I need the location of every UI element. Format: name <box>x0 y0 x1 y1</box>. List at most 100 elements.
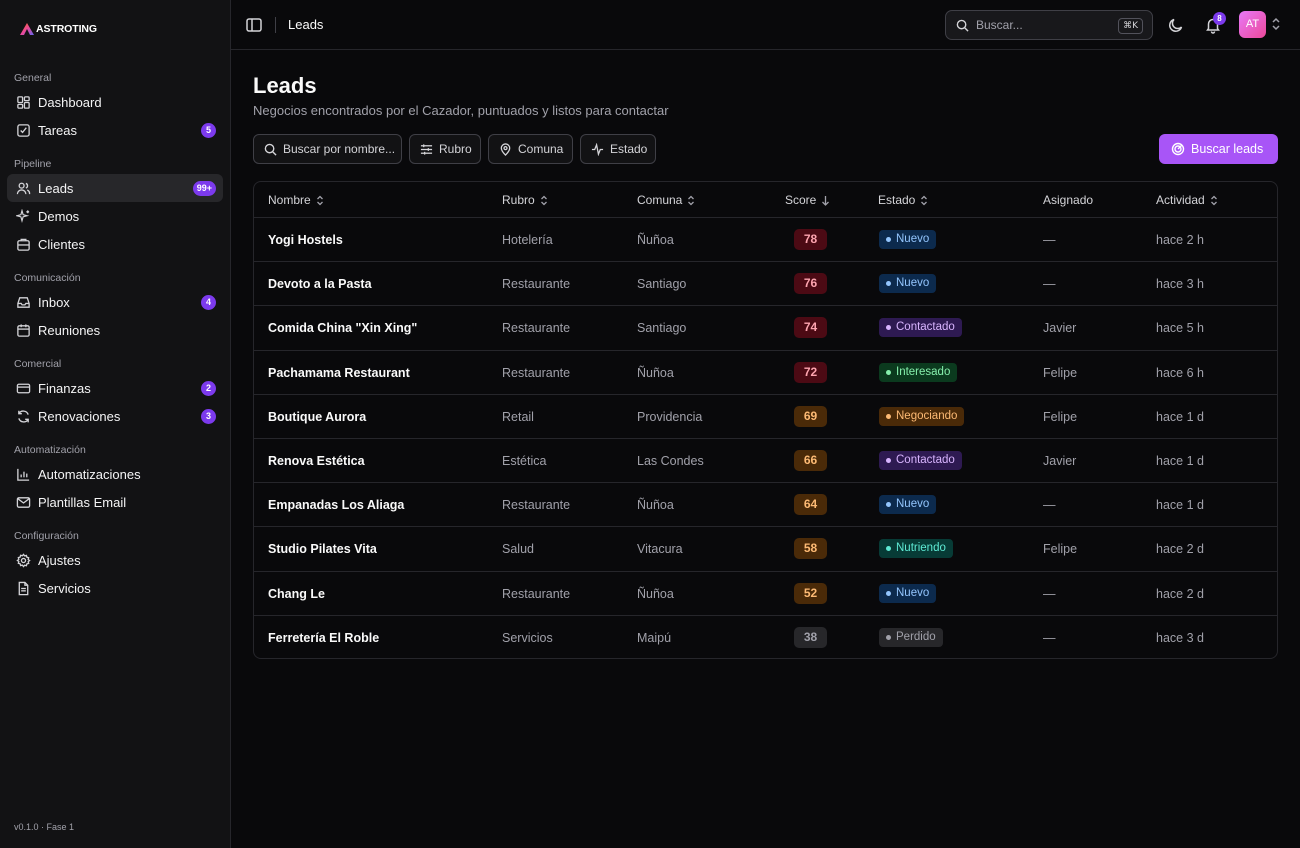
lead-rubro: Retail <box>502 409 534 424</box>
status-badge[interactable]: Perdido <box>879 627 943 647</box>
lead-rubro: Restaurante <box>502 498 571 513</box>
section-label-comercial: Comercial <box>14 358 62 370</box>
sidebar-item-label: Reuniones <box>38 322 101 338</box>
column-header-label: Nombre <box>268 193 311 207</box>
status-badge[interactable]: Nuevo <box>879 495 937 515</box>
sidebar-item-tareas[interactable]: Tareas 5 <box>7 116 223 144</box>
lead-name[interactable]: Comida China "Xin Xing" <box>268 321 417 335</box>
lead-rubro: Servicios <box>502 630 553 645</box>
lead-comuna: Las Condes <box>637 453 704 468</box>
sort-icon[interactable] <box>540 195 548 206</box>
column-header-nombre[interactable]: Nombre <box>268 193 324 207</box>
buscar-leads-button[interactable]: Buscar leads <box>1159 134 1278 164</box>
column-header-rubro[interactable]: Rubro <box>502 193 548 207</box>
sidebar-toggle-icon[interactable] <box>245 16 263 34</box>
lead-actividad: hace 1 d <box>1156 453 1204 468</box>
table-row[interactable]: Ferretería El Roble Servicios Maipú 38 P… <box>254 616 1277 658</box>
lead-score-badge: 69 <box>794 405 827 427</box>
sort-icon[interactable] <box>687 195 695 206</box>
search-icon <box>264 143 277 156</box>
sidebar-item-demos[interactable]: Demos <box>7 202 223 230</box>
sidebar-item-inbox[interactable]: Inbox 4 <box>7 288 223 316</box>
sidebar-item-leads[interactable]: Leads 99+ <box>7 174 223 202</box>
lead-name[interactable]: Renova Estética <box>268 454 365 468</box>
leads-table: Nombre Rubro Comuna Score Estado Asignad… <box>253 181 1278 659</box>
lead-comuna: Santiago <box>637 321 687 336</box>
theme-toggle-moon-icon[interactable] <box>1167 16 1185 34</box>
lead-name[interactable]: Empanadas Los Aliaga <box>268 498 404 512</box>
sidebar-item-plantillas-email[interactable]: Plantillas Email <box>7 488 223 516</box>
sidebar-item-reuniones[interactable]: Reuniones <box>7 316 223 344</box>
global-search-input[interactable]: Buscar... ⌘K <box>945 10 1153 40</box>
lead-name[interactable]: Chang Le <box>268 587 325 601</box>
table-row[interactable]: Pachamama Restaurant Restaurante Ñuñoa 7… <box>254 351 1277 395</box>
lead-asignado: Javier <box>1043 453 1077 468</box>
status-badge[interactable]: Negociando <box>879 406 965 426</box>
sidebar-item-finanzas[interactable]: Finanzas 2 <box>7 374 223 402</box>
sidebar-item-ajustes[interactable]: Ajustes <box>7 546 223 574</box>
mail-icon <box>15 494 31 510</box>
status-badge[interactable]: Nuevo <box>879 274 937 294</box>
sidebar-item-label: Dashboard <box>38 94 102 110</box>
lead-name[interactable]: Devoto a la Pasta <box>268 277 372 291</box>
lead-search-input[interactable]: Buscar por nombre... <box>253 134 402 164</box>
status-badge[interactable]: Contactado <box>879 450 962 470</box>
table-row[interactable]: Renova Estética Estética Las Condes 66 C… <box>254 439 1277 484</box>
table-row[interactable]: Boutique Aurora Retail Providencia 69 Ne… <box>254 395 1277 439</box>
sidebar-item-clientes[interactable]: Clientes <box>7 230 223 258</box>
lead-name[interactable]: Yogi Hostels <box>268 233 343 247</box>
sidebar-item-automatizaciones[interactable]: Automatizaciones <box>7 460 223 488</box>
filter-comuna-button[interactable]: Comuna <box>488 134 573 164</box>
status-badge[interactable]: Contactado <box>879 318 962 338</box>
lead-rubro: Restaurante <box>502 586 571 601</box>
table-row[interactable]: Yogi Hostels Hotelería Ñuñoa 78 Nuevo — … <box>254 218 1277 263</box>
sort-icon[interactable] <box>1210 195 1218 206</box>
sidebar-item-servicios[interactable]: Servicios <box>7 574 223 602</box>
status-badge[interactable]: Interesado <box>879 362 958 382</box>
sort-desc-icon[interactable] <box>821 195 830 206</box>
sidebar-item-badge: 5 <box>201 123 216 138</box>
lead-score-badge: 52 <box>794 582 827 604</box>
credit-card-icon <box>15 380 31 396</box>
status-badge[interactable]: Nuevo <box>879 230 937 249</box>
lead-score-badge: 64 <box>794 494 827 516</box>
column-header-score[interactable]: Score <box>785 193 830 207</box>
filter-estado-button[interactable]: Estado <box>580 134 656 164</box>
table-row[interactable]: Devoto a la Pasta Restaurante Santiago 7… <box>254 262 1277 307</box>
bar-chart-icon <box>15 466 31 482</box>
filter-rubro-label: Rubro <box>439 142 472 156</box>
lead-name[interactable]: Studio Pilates Vita <box>268 542 377 556</box>
sidebar-item-label: Renovaciones <box>38 408 121 424</box>
lead-score-badge: 58 <box>794 538 827 560</box>
table-row[interactable]: Empanadas Los Aliaga Restaurante Ñuñoa 6… <box>254 483 1277 528</box>
lead-name[interactable]: Ferretería El Roble <box>268 631 379 645</box>
gear-icon <box>15 552 31 568</box>
column-header-label: Estado <box>878 193 916 207</box>
status-badge[interactable]: Nuevo <box>879 583 937 603</box>
lead-name[interactable]: Pachamama Restaurant <box>268 366 410 380</box>
section-label-pipeline: Pipeline <box>14 158 52 170</box>
column-header-actividad[interactable]: Actividad <box>1156 193 1218 207</box>
lead-asignado: — <box>1043 586 1056 601</box>
table-row[interactable]: Comida China "Xin Xing" Restaurante Sant… <box>254 306 1277 351</box>
sort-icon[interactable] <box>920 195 928 206</box>
lead-name[interactable]: Boutique Aurora <box>268 410 366 424</box>
status-badge[interactable]: Nutriendo <box>879 539 953 559</box>
brand-logo[interactable]: ASTROTING <box>20 23 97 35</box>
sidebar-item-label: Automatizaciones <box>38 466 141 482</box>
sidebar-item-badge: 99+ <box>192 181 216 196</box>
avatar[interactable]: AT <box>1239 11 1266 38</box>
lead-rubro: Hotelería <box>502 233 553 247</box>
sort-icon[interactable] <box>316 195 324 206</box>
sidebar-item-renovaciones[interactable]: Renovaciones 3 <box>7 402 223 430</box>
sidebar-item-badge: 3 <box>201 409 216 424</box>
table-row[interactable]: Chang Le Restaurante Ñuñoa 52 Nuevo — ha… <box>254 572 1277 616</box>
lead-actividad: hace 2 h <box>1156 233 1204 247</box>
column-header-comuna[interactable]: Comuna <box>637 193 695 207</box>
sidebar-item-dashboard[interactable]: Dashboard <box>7 88 223 116</box>
chevrons-up-down-icon[interactable] <box>1271 17 1281 31</box>
filter-rubro-button[interactable]: Rubro <box>409 134 481 164</box>
tasks-icon <box>15 122 31 138</box>
table-row[interactable]: Studio Pilates Vita Salud Vitacura 58 Nu… <box>254 527 1277 572</box>
column-header-estado[interactable]: Estado <box>878 193 928 207</box>
